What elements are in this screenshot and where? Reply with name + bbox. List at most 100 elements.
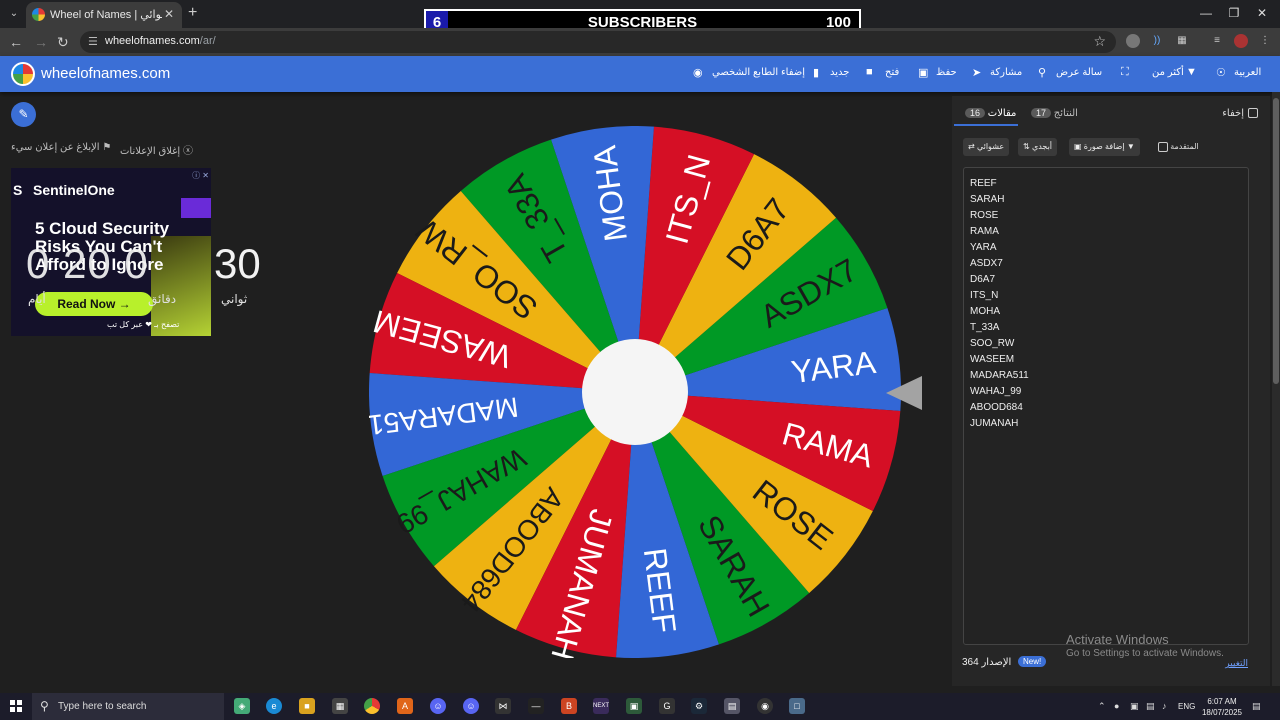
report-ad-link[interactable]: الإبلاغ عن إعلان سيء ⚑ — [11, 142, 111, 153]
open-button[interactable]: فتح — [885, 67, 899, 78]
app-a-icon[interactable]: A — [397, 698, 413, 714]
forward-icon[interactable]: → — [34, 34, 48, 50]
share-icon: ➤ — [972, 67, 982, 79]
window-close-icon[interactable]: ✕ — [1252, 6, 1272, 20]
customize-button[interactable]: إضفاء الطابع الشخصي — [712, 67, 805, 78]
language-indicator[interactable]: ENG — [1178, 702, 1195, 711]
discord-icon[interactable]: ☺ — [430, 698, 446, 714]
excel-icon[interactable]: ▣ — [626, 698, 642, 714]
reading-list-icon[interactable]: ≡ — [1210, 34, 1224, 48]
entry-item[interactable]: SOO_RW — [970, 336, 1242, 352]
entry-item[interactable]: ABOOD684 — [970, 400, 1242, 416]
advanced-checkbox[interactable]: المتقدمة — [1154, 142, 1199, 152]
entry-item[interactable]: REEF — [970, 176, 1242, 192]
reload-icon[interactable]: ↻ — [57, 34, 69, 51]
advanced-checkbox-box[interactable] — [1158, 142, 1168, 152]
bookmark-star-icon[interactable]: ☆ — [1093, 33, 1106, 50]
tab-results[interactable]: 17 النتائج — [1028, 108, 1078, 119]
entry-item[interactable]: RAMA — [970, 224, 1242, 240]
hide-checkbox[interactable]: إخفاء — [1222, 108, 1258, 119]
logo-wheel-icon[interactable] — [11, 62, 35, 86]
restore-icon[interactable]: ❐ — [1224, 6, 1244, 20]
entry-item[interactable]: MADARA511 — [970, 368, 1242, 384]
entry-item[interactable]: WAHAJ_99 — [970, 384, 1242, 400]
new-tab-button[interactable]: + — [188, 4, 197, 22]
hide-checkbox-box[interactable] — [1248, 108, 1258, 119]
windows-start-icon[interactable] — [10, 700, 22, 712]
edge-icon[interactable]: e — [266, 698, 282, 714]
audio-extension-icon[interactable]: )) — [1150, 34, 1164, 48]
entry-item[interactable]: JUMANAH — [970, 416, 1242, 432]
wheel-pointer-arrow — [886, 376, 922, 410]
taskbar-search[interactable]: ⚲ Type here to search — [32, 693, 224, 720]
language-selector[interactable]: العربية — [1234, 67, 1261, 78]
microphone-icon[interactable]: ● — [1114, 701, 1119, 711]
profile-avatar[interactable] — [1234, 34, 1248, 48]
file-explorer-icon[interactable]: ■ — [299, 698, 315, 714]
discord-alt-icon[interactable]: ☺ — [463, 698, 479, 714]
chrome-icon[interactable] — [364, 698, 380, 714]
fullscreen-icon[interactable]: ⛶ — [1121, 66, 1129, 79]
entry-item[interactable]: ASDX7 — [970, 256, 1242, 272]
copilot-icon[interactable]: ◈ — [234, 698, 250, 714]
notifications-icon[interactable]: ▤ — [1252, 701, 1261, 712]
sort-button[interactable]: ⇅ أبجدي — [1018, 138, 1058, 156]
back-icon[interactable]: ← — [9, 34, 23, 50]
volume-icon[interactable]: ♪ — [1162, 701, 1167, 711]
new-button[interactable]: جديد — [830, 67, 849, 78]
app-board-icon[interactable]: ▤ — [724, 698, 740, 714]
entry-item[interactable]: ITS_N — [970, 288, 1242, 304]
network-icon[interactable]: ▤ — [1146, 701, 1155, 712]
url-text[interactable]: wheelofnames.com/ar/ — [105, 35, 216, 47]
shuffle-button[interactable]: ⇄ عشوائي — [963, 138, 1010, 156]
app-g-icon[interactable]: G — [659, 698, 675, 714]
tab-close-icon[interactable]: ✕ — [164, 7, 174, 21]
entry-item[interactable]: D6A7 — [970, 272, 1242, 288]
entry-item[interactable]: SARAH — [970, 192, 1242, 208]
next-app-icon[interactable]: NEXT — [593, 698, 609, 714]
logo-text[interactable]: wheelofnames.com — [41, 65, 170, 82]
app-window-icon[interactable]: □ — [789, 698, 805, 714]
tray-chevron-icon[interactable]: ⌃ — [1098, 701, 1106, 712]
slideshow-button[interactable]: سالة عرض — [1056, 67, 1102, 78]
entry-item[interactable]: ROSE — [970, 208, 1242, 224]
clock[interactable]: 6:07 AM 18/07/2025 — [1200, 696, 1244, 718]
capcut-icon[interactable]: ⋈ — [495, 698, 511, 714]
ad-choices-icon[interactable]: ⓘ ✕ — [192, 170, 209, 181]
entry-item[interactable]: WASEEM — [970, 352, 1242, 368]
tray-app-icon[interactable]: ▣ — [1130, 701, 1139, 712]
name-wheel[interactable]: YARAASDX7D6A7ITS_NMOHAT_33ASOO_RWWASEEMM… — [369, 126, 901, 658]
entries-textarea[interactable]: REEF SARAH ROSE RAMA YARA ASDX7 D6A7 ITS_N MOHA T… — [963, 167, 1249, 645]
entry-item[interactable]: MOHA — [970, 304, 1242, 320]
more-menu[interactable]: أكثر من — [1152, 67, 1184, 78]
app-b-icon[interactable]: B — [561, 698, 577, 714]
activate-windows-title: Activate Windows — [1066, 632, 1169, 647]
share-button[interactable]: مشاركة — [990, 67, 1022, 78]
entry-item[interactable]: T_33A — [970, 320, 1242, 336]
steam-icon[interactable]: ⚙ — [691, 698, 707, 714]
url-host: wheelofnames.com — [105, 35, 200, 47]
page-scrollbar[interactable] — [1272, 92, 1280, 686]
changelog-link[interactable]: التغيير — [1225, 658, 1248, 669]
extension-icon[interactable] — [1126, 34, 1140, 48]
wheel-center-hub[interactable] — [582, 339, 688, 445]
app-dash-icon[interactable]: — — [528, 698, 544, 714]
obs-icon[interactable]: ◉ — [757, 698, 773, 714]
tab-list-button[interactable]: ⌄ — [5, 5, 23, 23]
ad-read-now-button[interactable]: Read Now → — [35, 292, 153, 316]
close-ads-link[interactable]: إغلاق الإعلانات ⓧ — [120, 142, 193, 157]
address-bar[interactable]: ☰ wheelofnames.com/ar/ ☆ — [80, 31, 1116, 53]
save-button[interactable]: حفظ — [936, 67, 957, 78]
edit-pencil-button[interactable]: ✎ — [11, 102, 36, 127]
minimize-icon[interactable]: — — [1196, 6, 1216, 20]
browser-tab-active[interactable]: Wheel of Names | ‫اسم العشوائي ✕ — [26, 2, 182, 28]
browser-menu-icon[interactable]: ⋮ — [1258, 34, 1272, 48]
scrollbar-thumb[interactable] — [1273, 98, 1279, 384]
extensions-puzzle-icon[interactable]: ▦ — [1175, 34, 1189, 48]
version-number: 364 — [962, 657, 979, 668]
tab-entries[interactable]: 16 مقالات — [962, 108, 1016, 119]
store-icon[interactable]: ▦ — [332, 698, 348, 714]
site-info-icon[interactable]: ☰ — [88, 35, 98, 48]
add-image-button[interactable]: ▣ إضافة صورة ▼ — [1069, 138, 1140, 156]
entry-item[interactable]: YARA — [970, 240, 1242, 256]
